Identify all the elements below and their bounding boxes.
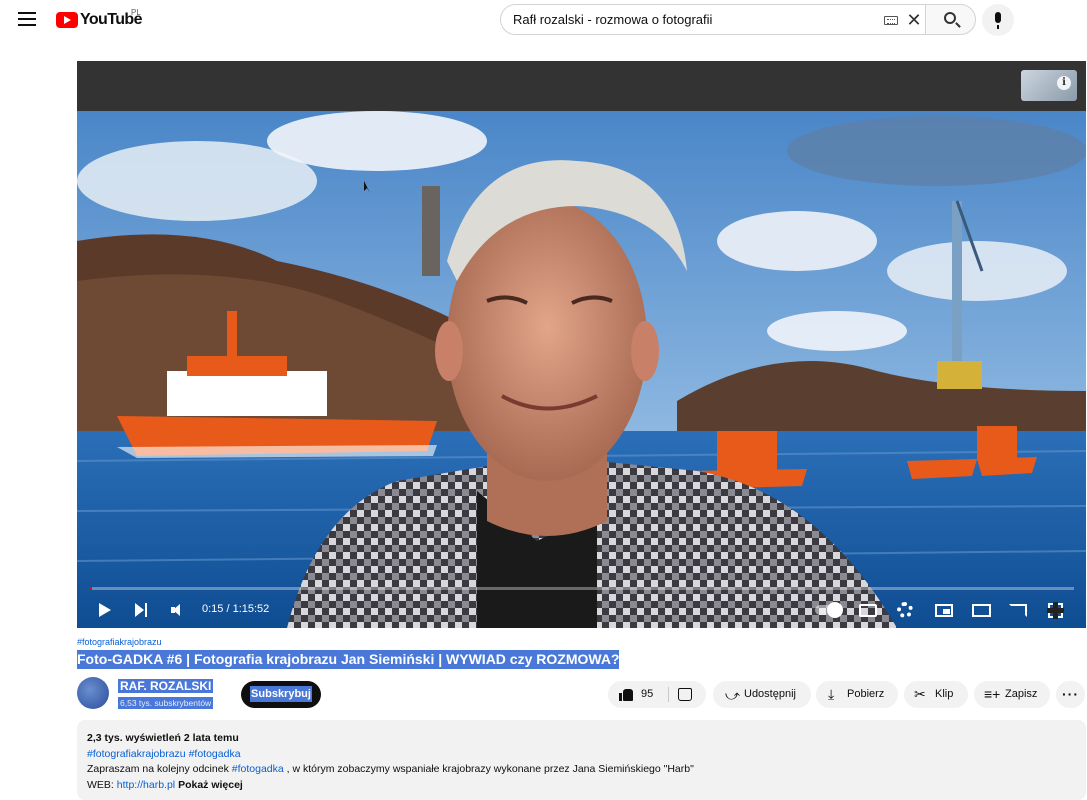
clip-button[interactable]: ✂ Klip (904, 681, 968, 708)
subscribe-label: Subskrybuj (250, 686, 312, 702)
share-button[interactable]: ⤻ Udostępnij (713, 681, 811, 708)
more-actions-button[interactable]: ··· (1056, 681, 1085, 708)
hashtag-link[interactable]: #fotografiakrajobrazu (87, 748, 186, 760)
save-button[interactable]: ≡+ Zapisz (974, 681, 1050, 708)
like-icon[interactable] (619, 688, 633, 701)
theater-mode-icon[interactable] (972, 604, 991, 617)
save-label: Zapisz (1005, 688, 1038, 700)
subtitles-icon[interactable] (859, 604, 877, 617)
progress-fill (89, 587, 92, 590)
progress-bar[interactable] (89, 587, 1074, 590)
autoplay-toggle-icon[interactable] (815, 602, 843, 618)
channel-name[interactable]: RAF. ROZALSKI (118, 679, 214, 693)
web-label: WEB: (87, 778, 117, 791)
clear-search-icon[interactable]: ✕ (905, 11, 923, 29)
voice-search-button[interactable] (982, 4, 1014, 36)
subscriber-count: 6,53 tys. subskrybentów (118, 697, 214, 709)
settings-gear-icon[interactable] (897, 602, 913, 618)
miniplayer-icon[interactable] (935, 604, 953, 617)
info-icon[interactable]: i (1057, 76, 1071, 90)
hashtag-link[interactable]: #fotogadka (189, 748, 241, 760)
next-icon[interactable] (135, 603, 149, 617)
description-box[interactable]: 2,3 tys. wyświetleń 2 lata temu #fotogra… (77, 720, 1086, 800)
youtube-play-icon (56, 12, 78, 28)
hashtag-link[interactable]: #fotogadka (232, 763, 284, 775)
search-box: ✕ (500, 4, 926, 35)
download-button[interactable]: ⤓ Pobierz (816, 681, 898, 708)
web-link[interactable]: http://harb.pl (117, 779, 175, 791)
channel-avatar[interactable] (77, 677, 109, 709)
fullscreen-icon[interactable] (1047, 602, 1064, 619)
youtube-logo[interactable]: YouTube (56, 10, 142, 30)
search-icon (944, 12, 956, 24)
description-web: WEB: http://harb.pl Pokaż więcej (87, 778, 1076, 794)
cast-icon[interactable] (1009, 604, 1027, 617)
description-prefix: Zapraszam na kolejny odcinek (87, 763, 232, 775)
keyboard-icon[interactable] (884, 16, 898, 25)
microphone-icon (995, 12, 1001, 29)
share-label: Udostępnij (744, 688, 796, 700)
description-suffix: , w którym zobaczymy wspaniałe krajobraz… (283, 763, 694, 775)
menu-icon[interactable] (18, 12, 36, 26)
player-controls: 0:15 / 1:15:52 (77, 594, 1086, 628)
masthead: YouTube PL ✕ (0, 0, 1087, 40)
time-display: 0:15 / 1:15:52 (202, 603, 270, 615)
video-title: Foto-GADKA #6 | Fotografia krajobrazu Ja… (77, 650, 620, 669)
video-hashtag[interactable]: #fotografiakrajobrazu (77, 637, 162, 647)
channel-watermark[interactable]: i (1021, 70, 1077, 101)
owner-row: RAF. ROZALSKI 6,53 tys. subskrybentów Su… (77, 677, 1086, 711)
subscribe-button[interactable]: Subskrybuj (241, 681, 321, 708)
search-button[interactable] (925, 4, 976, 35)
download-label: Pobierz (847, 688, 885, 700)
dislike-icon[interactable] (678, 688, 692, 701)
view-count-date: 2,3 tys. wyświetleń 2 lata temu (87, 732, 239, 744)
video-player[interactable]: i 0:15 / 1:15:52 (77, 61, 1086, 628)
download-icon: ⤓ (828, 686, 835, 702)
volume-icon[interactable] (171, 604, 183, 616)
country-code: PL (131, 8, 141, 17)
description-text: Zapraszam na kolejny odcinek #fotogadka … (87, 762, 1076, 778)
scissors-icon: ✂ (914, 686, 926, 702)
like-dislike-group: 95 (608, 681, 706, 708)
description-hashtags: #fotografiakrajobrazu #fotogadka (87, 747, 1076, 763)
like-count[interactable]: 95 (641, 681, 653, 708)
divider (668, 687, 669, 702)
clip-label: Klip (935, 688, 954, 700)
share-icon: ⤻ (725, 687, 740, 703)
playlist-add-icon: ≡+ (984, 686, 1001, 702)
show-more-button[interactable]: Pokaż więcej (178, 779, 243, 791)
search-input[interactable] (513, 12, 873, 27)
video-frame[interactable] (77, 111, 1086, 628)
play-icon[interactable] (99, 603, 111, 617)
